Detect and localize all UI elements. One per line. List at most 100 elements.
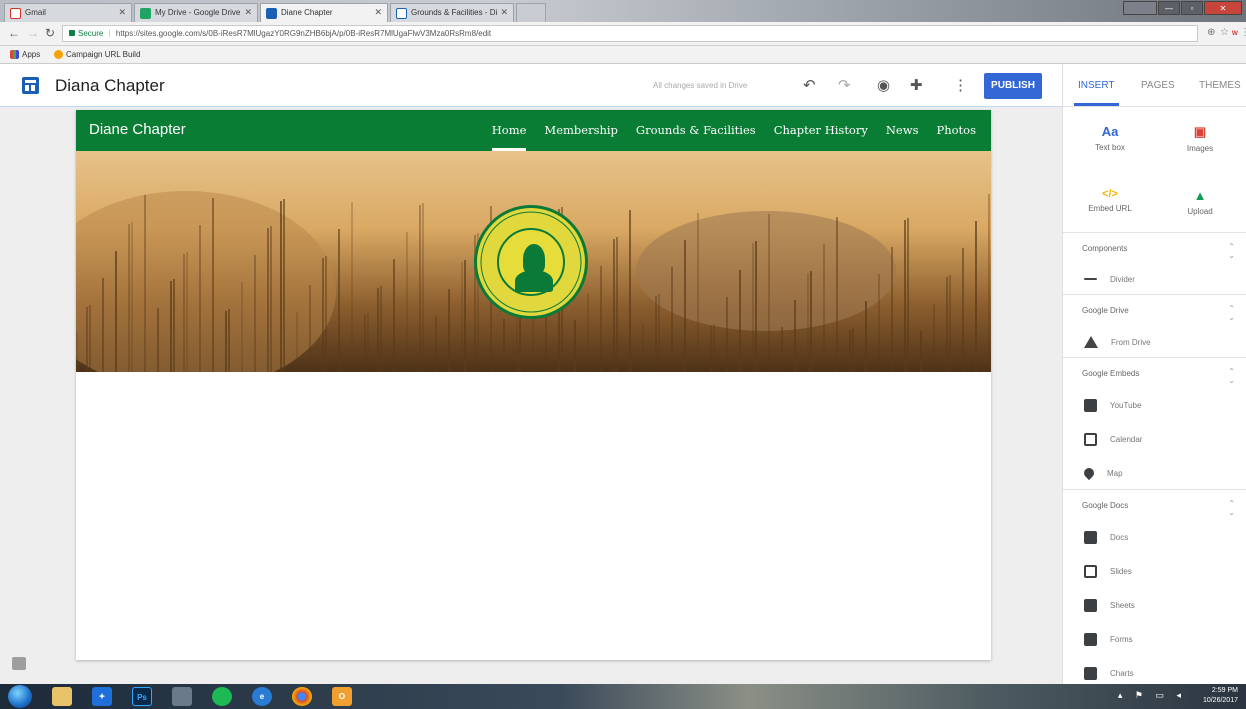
preview-eye-icon[interactable]: ◉ xyxy=(877,76,890,94)
file-explorer-icon[interactable] xyxy=(52,687,72,706)
forward-icon[interactable]: → xyxy=(27,26,39,40)
item-label: YouTube xyxy=(1110,400,1142,410)
insert-from-drive[interactable]: From Drive xyxy=(1084,332,1151,352)
bookmark-star-icon[interactable]: ☆ xyxy=(1220,27,1229,38)
dropbox-icon[interactable]: ✦ xyxy=(92,687,112,706)
item-label: Charts xyxy=(1110,668,1134,678)
tile-label: Images xyxy=(1186,144,1214,153)
browser-tab-strip: Gmail ✕ My Drive - Google Drive ✕ Diane … xyxy=(0,0,1246,22)
collapse-chevron-icon[interactable]: ⌃ ⌄ xyxy=(1228,304,1235,322)
collapse-chevron-icon[interactable]: ⌃ ⌄ xyxy=(1228,499,1235,517)
chrome-icon[interactable] xyxy=(292,687,312,706)
bookmark-apps[interactable]: Apps xyxy=(10,50,40,59)
section-google-drive[interactable]: Google Drive ⌃ ⌄ xyxy=(1063,294,1246,324)
grass-stalk xyxy=(781,327,783,372)
insert-text-box[interactable]: Aa Text box xyxy=(1075,124,1145,152)
tab-my-drive[interactable]: My Drive - Google Drive ✕ xyxy=(134,3,258,22)
grass-stalk xyxy=(807,273,809,372)
lock-icon xyxy=(69,30,75,36)
new-tab-button[interactable] xyxy=(516,3,546,22)
zoom-icon[interactable]: ⊕ xyxy=(1207,27,1215,38)
url-input[interactable]: Secure | https://sites.google.com/s/0B-i… xyxy=(62,25,1198,42)
nav-grounds-facilities[interactable]: Grounds & Facilities xyxy=(636,123,756,137)
maximize-button[interactable]: ▫ xyxy=(1181,1,1203,15)
close-tab-icon[interactable]: ✕ xyxy=(118,7,126,18)
insert-slides[interactable]: Slides xyxy=(1084,561,1132,581)
reload-icon[interactable]: ↻ xyxy=(45,26,55,40)
internet-explorer-icon[interactable]: e xyxy=(252,687,272,706)
close-window-button[interactable]: ✕ xyxy=(1204,1,1242,15)
insert-forms[interactable]: Forms xyxy=(1084,629,1133,649)
collapse-chevron-icon[interactable]: ⌃ ⌄ xyxy=(1228,367,1235,385)
start-button[interactable] xyxy=(8,685,32,708)
nav-home[interactable]: Home xyxy=(491,123,526,151)
grass-stalk xyxy=(131,222,133,372)
insert-embed-url[interactable]: </> Embed URL xyxy=(1075,188,1145,213)
insert-youtube[interactable]: YouTube xyxy=(1084,395,1141,415)
more-options-icon[interactable]: ⋮ xyxy=(953,76,968,94)
extension-icon[interactable]: w xyxy=(1232,28,1238,37)
minimize-button[interactable]: — xyxy=(1158,1,1180,15)
tab-title: Grounds & Facilities - Di xyxy=(411,8,498,17)
back-icon[interactable]: ← xyxy=(8,26,20,40)
address-bar: ← → ↻ Secure | https://sites.google.com/… xyxy=(0,22,1246,46)
close-tab-icon[interactable]: ✕ xyxy=(244,7,252,18)
tab-themes[interactable]: THEMES xyxy=(1199,80,1241,91)
tab-gmail[interactable]: Gmail ✕ xyxy=(4,3,132,22)
section-components[interactable]: Components ⌃ ⌄ xyxy=(1063,232,1246,262)
tab-pages[interactable]: PAGES xyxy=(1141,80,1175,91)
collapse-chevron-icon[interactable]: ⌃ ⌄ xyxy=(1228,242,1235,260)
hero-banner-image[interactable] xyxy=(76,151,991,372)
emblem-center xyxy=(497,228,565,296)
item-label: Sheets xyxy=(1110,600,1135,610)
gmail-icon xyxy=(10,8,21,19)
site-navigation: Home Membership Grounds & Facilities Cha… xyxy=(491,123,976,151)
grass-stalk xyxy=(115,251,117,372)
portrait-shoulders xyxy=(515,270,553,292)
photoshop-icon[interactable]: Ps xyxy=(132,687,152,706)
site-name[interactable]: Diane Chapter xyxy=(89,121,186,138)
profile-button[interactable] xyxy=(1123,1,1157,15)
insert-charts[interactable]: Charts xyxy=(1084,663,1134,683)
tab-grounds-facilities[interactable]: Grounds & Facilities - Di ✕ xyxy=(390,3,514,22)
spotify-icon[interactable] xyxy=(212,687,232,706)
system-tray-icons[interactable]: ▴ ⚑ ▭ ◂ xyxy=(1118,690,1186,701)
media-app-icon[interactable] xyxy=(172,687,192,706)
clock[interactable]: 2:59 PM 10/26/2017 xyxy=(1203,686,1238,707)
grass-stalk xyxy=(671,267,673,372)
redo-icon[interactable]: ↷ xyxy=(838,76,851,94)
insert-docs[interactable]: Docs xyxy=(1084,527,1128,547)
item-label: Calendar xyxy=(1110,434,1143,444)
nav-membership[interactable]: Membership xyxy=(544,123,618,137)
bookmark-campaign-url[interactable]: Campaign URL Build xyxy=(54,50,140,59)
grass-stalk xyxy=(364,315,366,372)
grass-stalk xyxy=(878,274,880,372)
section-google-embeds[interactable]: Google Embeds ⌃ ⌄ xyxy=(1063,357,1246,387)
tab-title: Diane Chapter xyxy=(281,8,333,17)
outlook-icon[interactable]: O xyxy=(332,687,352,706)
grass-stalk xyxy=(464,260,466,372)
site-title[interactable]: Diana Chapter xyxy=(55,76,165,96)
close-tab-icon[interactable]: ✕ xyxy=(500,7,508,18)
sites-logo-icon[interactable] xyxy=(22,77,39,94)
tab-diane-chapter[interactable]: Diane Chapter ✕ xyxy=(260,3,388,22)
menu-icon[interactable]: ⋮ xyxy=(1240,27,1246,38)
insert-upload[interactable]: ▲ Upload xyxy=(1165,188,1235,216)
insert-map[interactable]: Map xyxy=(1081,463,1123,483)
insert-divider[interactable]: Divider xyxy=(1084,269,1135,289)
insert-calendar[interactable]: Calendar xyxy=(1084,429,1142,449)
item-label: Map xyxy=(1107,468,1123,478)
share-add-person-icon[interactable]: ✚ xyxy=(910,76,923,94)
feedback-icon[interactable] xyxy=(12,657,26,670)
insert-sheets[interactable]: Sheets xyxy=(1084,595,1135,615)
close-tab-icon[interactable]: ✕ xyxy=(374,7,382,18)
grass-stalk xyxy=(904,220,906,372)
publish-button[interactable]: PUBLISH xyxy=(984,73,1042,99)
insert-images[interactable]: ▣ Images xyxy=(1165,124,1235,153)
undo-icon[interactable]: ↶ xyxy=(803,76,816,94)
nav-photos[interactable]: Photos xyxy=(936,123,976,137)
tab-insert[interactable]: INSERT xyxy=(1074,80,1118,106)
nav-news[interactable]: News xyxy=(886,123,919,137)
section-google-docs[interactable]: Google Docs ⌃ ⌄ xyxy=(1063,489,1246,519)
nav-chapter-history[interactable]: Chapter History xyxy=(774,123,868,137)
